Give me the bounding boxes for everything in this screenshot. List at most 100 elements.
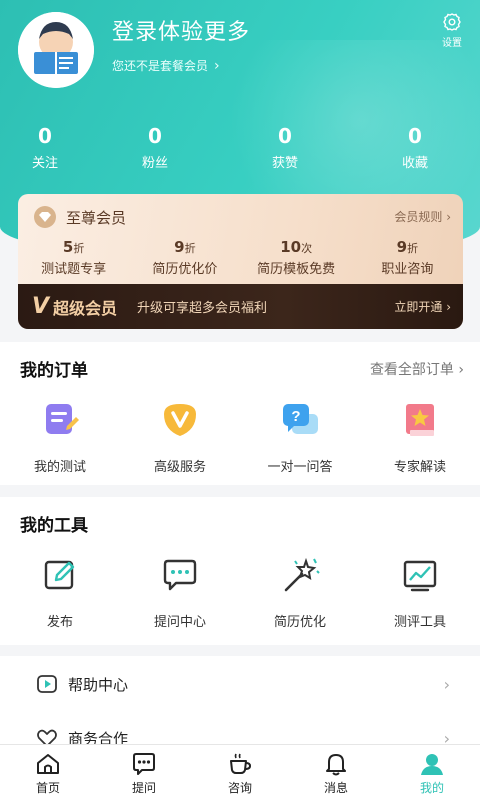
stat-follow[interactable]: 0 关注 bbox=[0, 124, 90, 171]
benefit-unit: 次 bbox=[301, 242, 313, 255]
order-qa[interactable]: ? 一对一问答 bbox=[240, 400, 360, 475]
tab-ask[interactable]: 提问 bbox=[96, 745, 192, 800]
orders-title: 我的订单 bbox=[20, 361, 88, 381]
super-vip-label: 超级会员 bbox=[53, 298, 118, 318]
tab-mine[interactable]: 我的 bbox=[384, 745, 480, 800]
vip-title: 至尊会员 bbox=[66, 208, 127, 227]
settings-list: 帮助中心 › 商务合作 › bbox=[0, 656, 480, 748]
benefit-value: 9 bbox=[174, 238, 185, 256]
upgrade-text: 升级可享超多会员福利 bbox=[137, 301, 268, 316]
vip-service-icon bbox=[164, 404, 196, 436]
expert-icon bbox=[406, 404, 434, 436]
help-icon bbox=[37, 675, 57, 693]
stat-fans[interactable]: 0 粉丝 bbox=[90, 124, 220, 171]
settings-label: 设置 bbox=[442, 38, 462, 49]
benefit-label: 职业咨询 bbox=[381, 262, 434, 277]
open-vip-button[interactable]: 立即开通 › bbox=[394, 298, 451, 315]
vip-header: 至尊会员 bbox=[34, 206, 126, 228]
tools-title: 我的工具 bbox=[20, 516, 88, 536]
stat-favorites[interactable]: 0 收藏 bbox=[350, 124, 480, 171]
benefit-label: 简历模板免费 bbox=[257, 262, 336, 277]
benefit-value: 9 bbox=[396, 238, 408, 256]
stat-value: 0 bbox=[38, 124, 52, 148]
benefit-item: 10次 简历模板免费 bbox=[241, 238, 352, 277]
stat-value: 0 bbox=[148, 124, 162, 148]
grid-label: 发布 bbox=[46, 615, 73, 630]
magic-wand-icon bbox=[284, 557, 320, 592]
stat-label: 收藏 bbox=[401, 156, 428, 171]
benefit-unit: 折 bbox=[184, 242, 196, 255]
svg-text:?: ? bbox=[291, 408, 300, 425]
stat-label: 粉丝 bbox=[141, 156, 168, 171]
benefit-value: 5 bbox=[62, 238, 74, 256]
orders-grid: 我的测试 高级服务 ? 一对一问答 专家解读 bbox=[0, 400, 480, 475]
test-icon bbox=[46, 404, 79, 434]
edit-icon bbox=[44, 560, 75, 590]
benefit-item: 9折 职业咨询 bbox=[352, 238, 463, 277]
benefit-label: 简历优化价 bbox=[152, 262, 218, 277]
gear-icon bbox=[443, 13, 461, 31]
tool-question-center[interactable]: 提问中心 bbox=[120, 555, 240, 630]
home-icon bbox=[37, 754, 59, 774]
stat-label: 获赞 bbox=[271, 156, 298, 171]
tab-consult[interactable]: 咨询 bbox=[192, 745, 288, 800]
stats-row: 0 关注 0 粉丝 0 获赞 0 收藏 bbox=[0, 124, 480, 171]
benefit-unit: 折 bbox=[407, 242, 419, 255]
member-hint-text: 您还不是套餐会员 bbox=[112, 59, 209, 73]
user-icon bbox=[421, 754, 443, 775]
coffee-icon bbox=[230, 753, 252, 774]
bell-icon bbox=[326, 754, 346, 776]
order-expert[interactable]: 专家解读 bbox=[360, 400, 480, 475]
tab-label: 我的 bbox=[419, 781, 444, 795]
grid-label: 一对一问答 bbox=[267, 460, 333, 475]
chevron-right-icon: › bbox=[214, 57, 220, 74]
benefit-value: 10 bbox=[280, 238, 302, 256]
vip-card[interactable]: 至尊会员 会员规则 › 5折 测试题专享 9折 简历优化价 10次 简历模板免费… bbox=[18, 194, 463, 329]
grid-label: 高级服务 bbox=[153, 460, 206, 475]
tool-resume-optimize[interactable]: 简历优化 bbox=[240, 555, 360, 630]
tab-label: 首页 bbox=[35, 781, 60, 795]
tab-label: 咨询 bbox=[227, 781, 252, 795]
stat-value: 0 bbox=[278, 124, 292, 148]
tab-label: 消息 bbox=[323, 781, 348, 795]
stat-likes[interactable]: 0 获赞 bbox=[220, 124, 350, 171]
settings-button[interactable]: 设置 bbox=[432, 12, 472, 49]
list-label: 帮助中心 bbox=[68, 675, 129, 694]
diamond-icon bbox=[34, 206, 56, 228]
grid-label: 简历优化 bbox=[273, 615, 326, 630]
login-title[interactable]: 登录体验更多 bbox=[112, 14, 250, 46]
stat-value: 0 bbox=[408, 124, 422, 148]
grid-label: 测评工具 bbox=[393, 615, 446, 630]
chat-icon bbox=[163, 559, 197, 591]
order-vip-service[interactable]: 高级服务 bbox=[120, 400, 240, 475]
list-item-help[interactable]: 帮助中心 › bbox=[0, 658, 480, 710]
ask-icon bbox=[133, 753, 155, 775]
order-my-test[interactable]: 我的测试 bbox=[0, 400, 120, 475]
benefit-label: 测试题专享 bbox=[41, 262, 107, 277]
benefit-unit: 折 bbox=[73, 242, 85, 255]
view-all-orders-text: 查看全部订单 bbox=[369, 362, 454, 378]
tool-publish[interactable]: 发布 bbox=[0, 555, 120, 630]
member-hint[interactable]: 您还不是套餐会员 › bbox=[112, 57, 220, 74]
v-icon: V bbox=[32, 294, 50, 319]
tab-label: 提问 bbox=[131, 781, 156, 795]
chevron-right-icon: › bbox=[443, 674, 450, 694]
grid-label: 提问中心 bbox=[153, 615, 206, 630]
grid-label: 专家解读 bbox=[393, 460, 446, 475]
tab-home[interactable]: 首页 bbox=[0, 745, 96, 800]
grid-label: 我的测试 bbox=[33, 460, 86, 475]
benefit-item: 9折 简历优化价 bbox=[129, 238, 240, 277]
super-vip-bar[interactable]: V 超级会员 升级可享超多会员福利 立即开通 › bbox=[18, 284, 463, 329]
bottom-tab-bar: 首页 提问 咨询 消息 我的 bbox=[0, 744, 480, 800]
chart-icon bbox=[403, 560, 437, 592]
tools-section: 我的工具 发布 提问中心 简历优化 测评工具 bbox=[0, 497, 480, 645]
tool-assessment[interactable]: 测评工具 bbox=[360, 555, 480, 630]
benefit-item: 5折 测试题专享 bbox=[18, 238, 129, 277]
avatar[interactable] bbox=[18, 12, 94, 88]
vip-rules-link[interactable]: 会员规则 › bbox=[394, 208, 451, 225]
orders-section: 我的订单 查看全部订单 › 我的测试 高级服务 ? 一对一问答 专家解读 bbox=[0, 342, 480, 485]
tab-messages[interactable]: 消息 bbox=[288, 745, 384, 800]
view-all-orders-link[interactable]: 查看全部订单 › bbox=[370, 359, 464, 379]
qa-icon: ? bbox=[283, 404, 318, 434]
open-vip-text: 立即开通 bbox=[394, 300, 443, 314]
